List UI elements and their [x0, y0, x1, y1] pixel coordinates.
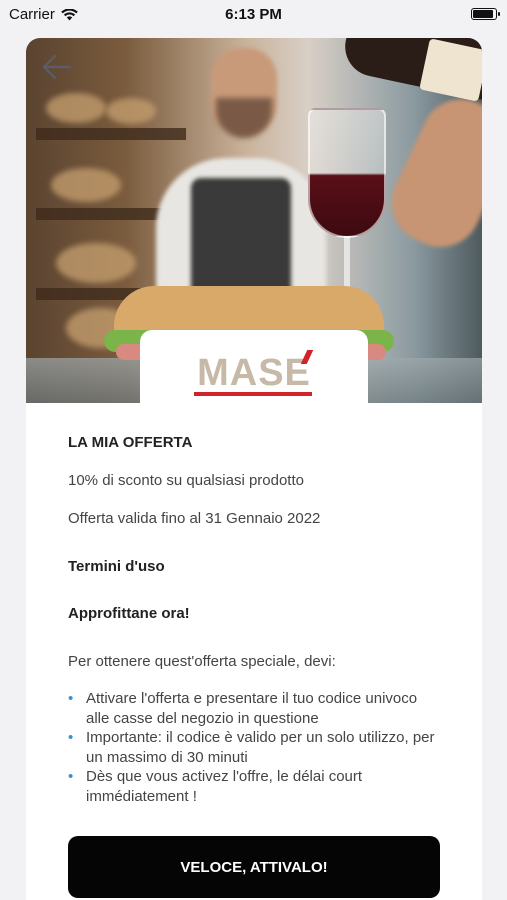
terms-item-text: Dès que vous activez l'offre, le délai c…: [86, 768, 363, 805]
bullet-icon: •: [68, 768, 74, 785]
terms-list: • Attivare l'offerta e presentare il tuo …: [68, 689, 438, 806]
battery-icon: [471, 8, 500, 20]
bread: [51, 168, 121, 202]
terms-list-item: • Importante: il codice è valido per un s…: [68, 728, 438, 767]
logo-underline: [194, 392, 312, 396]
wine-glass: [308, 108, 386, 238]
terms-item-text: Importante: il codice è valido per un so…: [86, 729, 435, 766]
bullet-icon: •: [68, 690, 74, 707]
beard: [216, 98, 272, 138]
arm: [378, 86, 482, 260]
back-button[interactable]: [40, 52, 74, 82]
terms-list-item: • Attivare l'offerta e presentare il tuo …: [68, 689, 438, 728]
offer-description: 10% di sconto su qualsiasi prodotto: [68, 472, 304, 489]
activate-button[interactable]: VELOCE, ATTIVALO!: [68, 836, 440, 898]
battery-level: [473, 10, 493, 18]
brand-logo: MASE: [197, 352, 311, 394]
offer-title: LA MIA OFFERTA: [68, 434, 193, 451]
shelf: [36, 128, 186, 140]
bread: [46, 93, 106, 123]
bullet-icon: •: [68, 729, 74, 746]
terms-list-item: • Dès que vous activez l'offre, le délai …: [68, 767, 438, 806]
status-bar: Carrier 6:13 PM: [0, 0, 507, 30]
terms-intro: Per ottenere quest'offerta speciale, dev…: [68, 653, 336, 670]
bottle-label: [419, 38, 482, 102]
offer-card: MASE LA MIA OFFERTA 10% di sconto su qua…: [26, 38, 482, 900]
arrow-left-icon: [42, 54, 72, 80]
offer-validity: Offerta valida fino al 31 Gennaio 2022: [68, 510, 321, 527]
bread: [56, 243, 136, 283]
terms-title: Termini d'uso: [68, 558, 165, 575]
bread: [106, 98, 156, 124]
terms-item-text: Attivare l'offerta e presentare il tuo c…: [86, 690, 418, 727]
cta-title: Approfittane ora!: [68, 605, 190, 622]
status-time: 6:13 PM: [225, 6, 282, 23]
brand-logo-box: MASE: [140, 330, 368, 414]
